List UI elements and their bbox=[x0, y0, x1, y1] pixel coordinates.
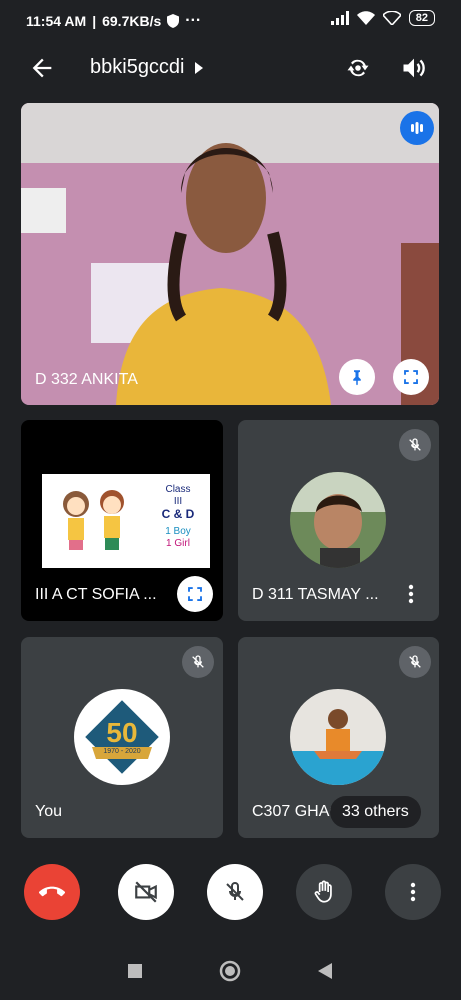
logo-number: 50 bbox=[106, 717, 138, 748]
slide-text: Class III C & D 1 Boy 1 Girl bbox=[150, 484, 206, 550]
wifi-calling-icon bbox=[382, 11, 401, 25]
main-speaker-tile[interactable]: D 332 ANKITA bbox=[21, 103, 439, 405]
slide-sections: C & D bbox=[161, 507, 195, 521]
audio-level-icon bbox=[411, 122, 423, 134]
mic-toggle-button[interactable] bbox=[207, 864, 263, 920]
more-notifications-icon: ··· bbox=[185, 12, 202, 29]
more-options-button[interactable] bbox=[385, 864, 441, 920]
avatar: 50 1970 - 2020 bbox=[74, 689, 170, 785]
network-speed: 69.7KB/s bbox=[102, 13, 162, 29]
logo-years: 1970 - 2020 bbox=[103, 748, 141, 755]
participant-name: You bbox=[35, 803, 62, 820]
avatar bbox=[290, 689, 386, 785]
muted-indicator bbox=[399, 646, 431, 678]
meeting-app-bar: bbki5gccdi bbox=[0, 44, 461, 92]
status-bar: 11:54 AM | 69.7KB/s ··· 82 bbox=[0, 0, 461, 40]
muted-indicator bbox=[399, 429, 431, 461]
hang-up-icon bbox=[39, 886, 65, 897]
home-icon[interactable] bbox=[218, 959, 242, 983]
more-options-icon[interactable] bbox=[401, 582, 421, 606]
meeting-title[interactable]: bbki5gccdi bbox=[90, 56, 203, 79]
battery-indicator: 82 bbox=[408, 10, 435, 26]
switch-camera-icon[interactable] bbox=[344, 54, 372, 82]
pin-button[interactable] bbox=[339, 359, 375, 395]
presentation-slide: Class III C & D 1 Boy 1 Girl bbox=[42, 474, 210, 568]
participant-name: D 332 ANKITA bbox=[35, 371, 138, 388]
more-vert-icon bbox=[410, 882, 416, 902]
status-right: 82 bbox=[330, 10, 435, 26]
hand-icon bbox=[314, 880, 332, 903]
wifi-icon bbox=[356, 11, 375, 25]
muted-indicator bbox=[182, 646, 214, 678]
pin-icon bbox=[353, 370, 361, 386]
status-left: 11:54 AM | 69.7KB/s ··· bbox=[26, 12, 202, 29]
avatar bbox=[290, 472, 386, 568]
mic-off-icon bbox=[226, 881, 244, 901]
fullscreen-button[interactable] bbox=[177, 576, 213, 612]
mic-off-icon bbox=[409, 438, 421, 451]
fullscreen-icon bbox=[404, 370, 418, 384]
slide-girl-count: 1 Girl bbox=[166, 538, 190, 549]
fullscreen-icon bbox=[188, 587, 202, 601]
others-participants-badge[interactable]: 33 others bbox=[330, 796, 421, 828]
speaking-indicator bbox=[400, 111, 434, 145]
meeting-code[interactable]: bbki5gccdi bbox=[90, 56, 185, 79]
fullscreen-button[interactable] bbox=[393, 359, 429, 395]
speaker-video-feed bbox=[21, 103, 439, 405]
cartoon-kids-image bbox=[63, 490, 124, 550]
mic-off-icon bbox=[192, 655, 204, 668]
system-navigation-bar bbox=[0, 945, 461, 1000]
signal-icon bbox=[330, 11, 349, 25]
back-arrow-icon[interactable] bbox=[28, 54, 56, 82]
participant-name: D 311 TASMAY ... bbox=[252, 586, 379, 603]
caret-right-icon bbox=[194, 61, 203, 74]
end-call-button[interactable] bbox=[24, 864, 80, 920]
avatar-photo bbox=[290, 472, 386, 568]
participant-tile-you[interactable]: 50 1970 - 2020 You bbox=[21, 637, 223, 838]
raise-hand-button[interactable] bbox=[296, 864, 352, 920]
avatar-photo bbox=[290, 689, 386, 785]
participant-name: III A CT SOFIA ... bbox=[35, 586, 157, 603]
status-time: 11:54 AM bbox=[26, 13, 87, 29]
speaker-icon[interactable] bbox=[400, 54, 428, 82]
slide-class-label: Class bbox=[165, 484, 191, 495]
slide-boy-count: 1 Boy bbox=[165, 526, 191, 537]
back-nav-icon[interactable] bbox=[317, 962, 333, 980]
camera-toggle-button[interactable] bbox=[118, 864, 174, 920]
recents-icon[interactable] bbox=[127, 963, 143, 979]
participant-tile-tasmay[interactable]: D 311 TASMAY ... bbox=[238, 420, 439, 621]
mic-off-icon bbox=[409, 655, 421, 668]
camera-off-icon bbox=[135, 881, 157, 903]
participant-tile-sofia[interactable]: Class III C & D 1 Boy 1 Girl III A CT SO… bbox=[21, 420, 223, 621]
shield-icon bbox=[167, 14, 180, 28]
